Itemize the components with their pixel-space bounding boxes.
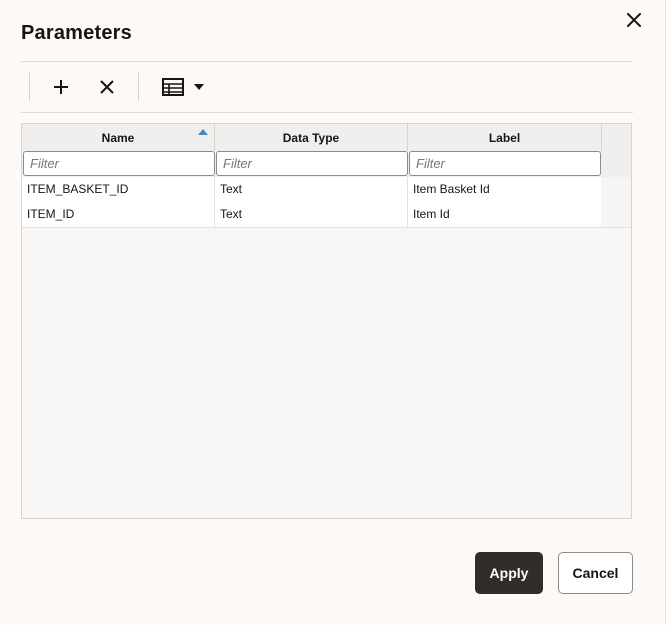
data-type-cell: Text xyxy=(215,177,408,202)
table-row[interactable]: ITEM_ID Text Item Id xyxy=(22,202,631,228)
view-menu-button[interactable] xyxy=(156,73,210,101)
column-header-data-type[interactable]: Data Type xyxy=(215,124,408,151)
close-icon xyxy=(627,13,641,27)
title-divider xyxy=(21,61,633,62)
toolbar-divider xyxy=(21,112,633,113)
window-edge xyxy=(665,0,670,625)
dialog-title: Parameters xyxy=(21,22,132,44)
parameters-table: Name Data Type Label ITEM_BASKET_ID Text… xyxy=(21,123,632,519)
caret-down-icon xyxy=(193,84,204,90)
close-button[interactable] xyxy=(621,8,647,32)
apply-button[interactable]: Apply xyxy=(475,552,543,594)
add-button[interactable] xyxy=(47,73,75,101)
name-cell: ITEM_ID xyxy=(22,202,215,227)
column-header-label: Label xyxy=(488,131,521,145)
table-view-icon xyxy=(161,78,184,96)
column-header-label[interactable]: Label xyxy=(408,124,602,151)
label-cell: Item Basket Id xyxy=(408,177,602,202)
name-filter-input[interactable] xyxy=(23,151,215,176)
plus-icon xyxy=(54,80,68,94)
column-header-name[interactable]: Name xyxy=(22,124,215,151)
data-type-cell: Text xyxy=(215,202,408,227)
row-filler xyxy=(601,202,631,227)
filter-row xyxy=(22,151,631,177)
table-header: Name Data Type Label xyxy=(22,124,631,152)
row-filler xyxy=(601,177,631,202)
delete-button[interactable] xyxy=(93,73,121,101)
column-header-label: Name xyxy=(101,131,135,145)
parameters-dialog: Parameters Name Data Type Label Filter F… xyxy=(0,0,670,625)
cancel-button[interactable]: Cancel xyxy=(558,552,633,594)
label-cell: Item Id xyxy=(408,202,602,227)
data-type-filter-input[interactable] xyxy=(216,151,408,176)
column-header-label: Data Type xyxy=(282,131,340,145)
label-filter-input[interactable] xyxy=(409,151,601,176)
toolbar-separator xyxy=(29,73,30,101)
x-icon xyxy=(100,80,114,94)
sort-ascending-icon xyxy=(198,129,208,135)
table-row[interactable]: ITEM_BASKET_ID Text Item Basket Id xyxy=(22,177,631,203)
toolbar-separator xyxy=(138,73,139,101)
name-cell: ITEM_BASKET_ID xyxy=(22,177,215,202)
